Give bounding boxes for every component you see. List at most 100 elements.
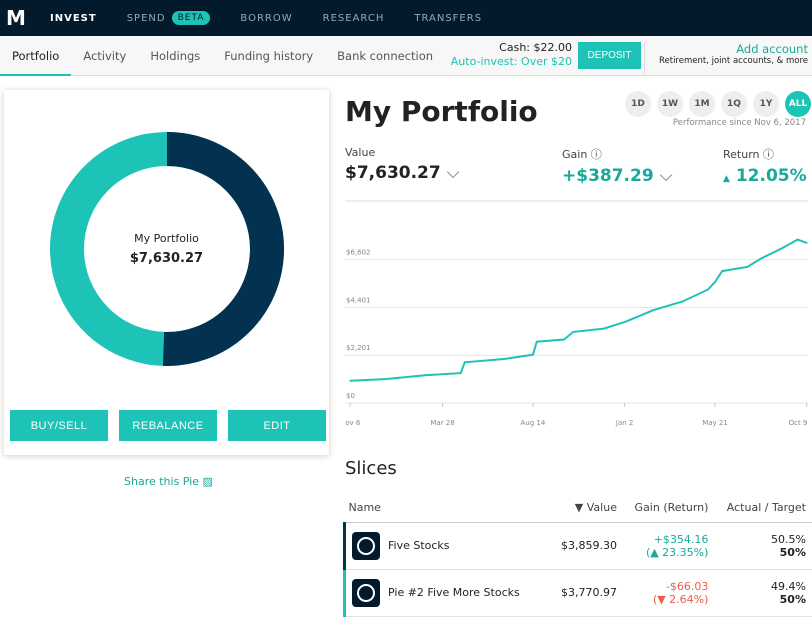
range-1d[interactable]: 1D: [625, 91, 651, 117]
value-text: $7,630.27: [345, 163, 441, 183]
data-point: [424, 374, 426, 376]
y-tick-label: $0: [346, 392, 355, 400]
pie-name: My Portfolio: [4, 232, 329, 245]
data-point: [532, 354, 534, 356]
col-value[interactable]: ▼ Value: [552, 494, 623, 522]
tab-portfolio[interactable]: Portfolio: [0, 36, 71, 76]
slice-allocation: 50.5%50%: [714, 522, 812, 569]
nav-research[interactable]: RESEARCH: [323, 13, 385, 24]
tab-holdings[interactable]: Holdings: [138, 36, 212, 76]
range-all[interactable]: ALL: [785, 91, 811, 117]
slice-value: $3,859.30: [552, 522, 623, 569]
nav-borrow[interactable]: BORROW: [240, 13, 292, 24]
edit-button[interactable]: EDIT: [228, 410, 326, 441]
stat-return: Return ⓘ ▲ 12.05%: [723, 146, 807, 186]
data-point: [761, 257, 763, 259]
share-pie-link[interactable]: Share this Pie ▨: [124, 475, 213, 488]
add-account-title[interactable]: Add account: [659, 42, 808, 56]
slices-title: Slices: [345, 458, 397, 479]
deposit-button[interactable]: DEPOSIT: [578, 42, 641, 69]
nav-transfers[interactable]: TRANSFERS: [414, 13, 482, 24]
gain-amount[interactable]: +$387.29 ⌵: [562, 166, 673, 186]
range-1w[interactable]: 1W: [657, 91, 683, 117]
top-nav: M INVEST SPENDBETA BORROW RESEARCH TRANS…: [0, 0, 812, 36]
stat-value: Value $7,630.27 ⌵: [345, 146, 460, 183]
table-row[interactable]: Pie #2 Five More Stocks $3,770.97 -$66.0…: [345, 569, 812, 616]
data-point: [460, 372, 462, 374]
slice-name: Pie #2 Five More Stocks: [345, 569, 553, 616]
range-1m[interactable]: 1M: [689, 91, 715, 117]
series-line: [350, 240, 807, 381]
pie-icon: [352, 532, 380, 560]
return-text: 12.05%: [736, 166, 807, 186]
slice-value: $3,770.97: [552, 569, 623, 616]
range-1y[interactable]: 1Y: [753, 91, 779, 117]
y-tick-label: $6,602: [346, 249, 371, 257]
slice-gain: -$66.03(▼ 2.64%): [623, 569, 714, 616]
col-name[interactable]: Name: [345, 494, 553, 522]
pie-icon: [352, 579, 380, 607]
y-tick-label: $4,401: [346, 296, 371, 304]
x-tick-label: Aug 14: [521, 419, 546, 427]
slice-name: Five Stocks: [345, 522, 553, 569]
sub-nav: Portfolio Activity Holdings Funding hist…: [0, 36, 812, 76]
auto-invest[interactable]: Auto-invest: Over $20: [451, 55, 572, 69]
slices-table: Name ▼ Value Gain (Return) Actual / Targ…: [343, 494, 812, 617]
page-title: My Portfolio: [345, 95, 538, 128]
x-tick-label: May 21: [702, 419, 728, 427]
pie-card: My Portfolio $7,630.27 BUY/SELL REBALANC…: [4, 90, 329, 455]
performance-since: Performance since Nov 6, 2017: [673, 118, 806, 128]
x-tick-label: Nov 6: [345, 419, 361, 427]
pie-center: My Portfolio $7,630.27: [4, 232, 329, 266]
data-point: [682, 301, 684, 303]
data-point: [603, 328, 605, 330]
chevron-down-icon: ⌵: [660, 166, 673, 186]
data-point: [572, 331, 574, 333]
y-tick-label: $2,201: [346, 344, 371, 352]
stat-gain: Gain ⓘ +$387.29 ⌵: [562, 146, 673, 186]
pie-value: $7,630.27: [4, 251, 329, 266]
x-tick-label: Oct 9: [789, 419, 808, 427]
rebalance-button[interactable]: REBALANCE: [119, 410, 217, 441]
data-point: [652, 309, 654, 311]
logo[interactable]: M: [6, 6, 50, 30]
image-icon: ▨: [203, 475, 213, 488]
col-actual-target[interactable]: Actual / Target: [714, 494, 812, 522]
data-point: [386, 378, 388, 380]
x-tick-label: Jan 2: [615, 419, 633, 427]
add-account[interactable]: Add accountRetirement, joint accounts, &…: [644, 42, 808, 76]
nav-invest[interactable]: INVEST: [50, 13, 97, 24]
data-point: [747, 266, 749, 268]
cash-info: Cash: $22.00Auto-invest: Over $20: [451, 41, 572, 69]
info-icon[interactable]: ⓘ: [763, 148, 774, 161]
data-point: [464, 361, 466, 363]
return-amount: ▲ 12.05%: [723, 166, 807, 186]
tab-funding-history[interactable]: Funding history: [212, 36, 325, 76]
data-point: [536, 341, 538, 343]
data-point: [714, 281, 716, 283]
data-point: [504, 358, 506, 360]
performance-chart[interactable]: $0 $2,201 $4,401 $6,602 Nov 6 Mar 28 Aug 14 Jan…: [345, 200, 812, 430]
table-header: Name ▼ Value Gain (Return) Actual / Targ…: [345, 494, 812, 522]
data-point: [721, 270, 723, 272]
value-amount[interactable]: $7,630.27 ⌵: [345, 163, 460, 183]
table-row[interactable]: Five Stocks $3,859.30 +$354.16(▲ 23.35%)…: [345, 522, 812, 569]
nav-spend[interactable]: SPENDBETA: [127, 11, 211, 25]
data-point: [707, 289, 709, 291]
cash: Cash: $22.00: [451, 41, 572, 55]
range-selector: 1D 1W 1M 1Q 1Y ALL: [625, 91, 811, 117]
range-1q[interactable]: 1Q: [721, 91, 747, 117]
info-icon[interactable]: ⓘ: [591, 148, 602, 161]
share-label: Share this Pie: [124, 475, 199, 488]
x-tick-label: Mar 28: [430, 419, 454, 427]
chevron-down-icon: ⌵: [447, 163, 460, 183]
buy-sell-button[interactable]: BUY/SELL: [10, 410, 108, 441]
slice-allocation: 49.4%50%: [714, 569, 812, 616]
tab-activity[interactable]: Activity: [71, 36, 138, 76]
gain-text: +$387.29: [562, 166, 654, 186]
gain-label: Gain ⓘ: [562, 146, 673, 162]
slice-gain: +$354.16(▲ 23.35%): [623, 522, 714, 569]
col-gain[interactable]: Gain (Return): [623, 494, 714, 522]
tab-bank-connection[interactable]: Bank connection: [325, 36, 445, 76]
up-arrow-icon: ▲: [723, 174, 730, 184]
